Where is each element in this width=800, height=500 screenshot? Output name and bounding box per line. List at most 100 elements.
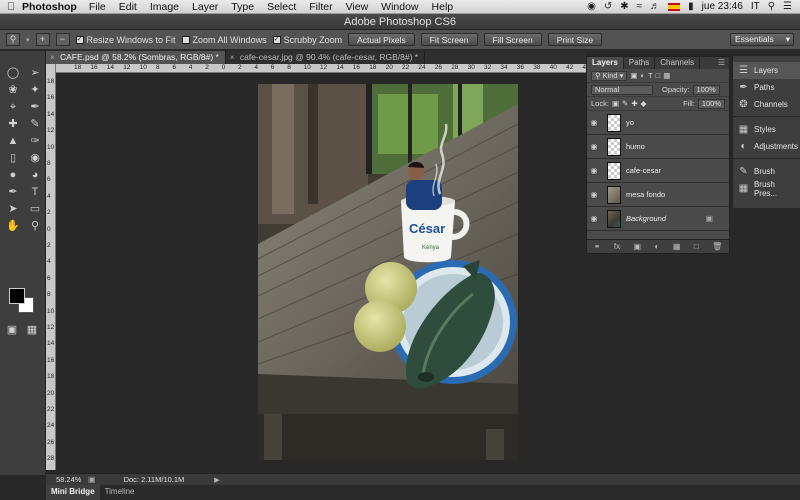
marquee-tool-icon[interactable]: ◯: [3, 65, 23, 81]
eye-icon[interactable]: ◉: [587, 190, 601, 199]
zoom-tool-preset-icon[interactable]: ⚲: [6, 33, 20, 46]
tab-layers[interactable]: Layers: [587, 57, 624, 69]
lock-position-icon[interactable]: ✚: [631, 99, 637, 108]
lasso-tool-icon[interactable]: ❀: [3, 82, 23, 98]
dock-brush-presets[interactable]: ▦ Brush Pres...: [733, 180, 800, 198]
bluetooth-icon[interactable]: ✱: [620, 1, 628, 12]
zoom-out-icon[interactable]: −: [55, 33, 70, 46]
dock-channels[interactable]: ❂ Channels: [733, 96, 800, 113]
layer-style-icon[interactable]: fx: [614, 242, 620, 251]
dock-brush[interactable]: ✎ Brush: [733, 163, 800, 180]
eyedropper-tool-icon[interactable]: ✒: [25, 99, 45, 115]
print-size-button[interactable]: Print Size: [547, 33, 603, 46]
layer-row[interactable]: ◉ humo: [587, 135, 729, 159]
quick-mask-icon[interactable]: ▣: [4, 322, 20, 338]
fit-screen-button[interactable]: Fit Screen: [420, 33, 478, 46]
opacity-input[interactable]: 100%: [692, 84, 720, 95]
filter-pixel-icon[interactable]: ▣: [630, 71, 637, 80]
trash-icon[interactable]: 🗑: [712, 242, 722, 251]
dock-styles[interactable]: ▦ Styles: [733, 121, 800, 138]
new-group-icon[interactable]: ▦: [673, 242, 681, 251]
zoom-tool-icon[interactable]: ⚲: [25, 218, 45, 234]
layer-row[interactable]: ◉ yo: [587, 111, 729, 135]
scrubby-zoom-checkbox[interactable]: ✓ Scrubby Zoom: [272, 35, 342, 45]
foreground-color[interactable]: [9, 288, 25, 304]
hand-tool-icon[interactable]: ✋: [3, 218, 23, 234]
zoom-in-icon[interactable]: +: [35, 33, 50, 46]
menu-window[interactable]: Window: [381, 1, 418, 13]
close-icon[interactable]: ×: [230, 51, 235, 64]
eye-icon[interactable]: ◉: [587, 142, 601, 151]
status-info-icon[interactable]: ▣: [88, 475, 96, 484]
crop-tool-icon[interactable]: ⌖: [3, 99, 23, 115]
menu-layer[interactable]: Layer: [192, 1, 218, 13]
adjustment-layer-icon[interactable]: ◐: [655, 242, 660, 251]
lock-image-icon[interactable]: ✎: [622, 99, 628, 108]
filter-shape-icon[interactable]: □: [656, 71, 661, 80]
dock-layers[interactable]: ☰ Layers: [733, 62, 800, 79]
menu-select[interactable]: Select: [267, 1, 296, 13]
zoom-all-windows-checkbox[interactable]: Zoom All Windows: [181, 35, 267, 45]
blur-tool-icon[interactable]: ●: [3, 167, 23, 183]
dock-adjustments[interactable]: ◐ Adjustments: [733, 138, 800, 155]
menu-list-icon[interactable]: ☰: [783, 1, 792, 12]
clone-stamp-tool-icon[interactable]: ▲: [3, 133, 23, 149]
new-layer-icon[interactable]: □: [694, 242, 699, 251]
notification-icon[interactable]: ◉: [587, 1, 596, 12]
vertical-ruler[interactable]: 18 16 14 12 10 8 6 4 2 0 2 4 6 8 10 12 14 16 18 20 22 24 26 28: [46, 64, 56, 470]
menubar-clock[interactable]: jue 23:46: [702, 1, 743, 12]
lock-all-icon[interactable]: ◆: [641, 99, 647, 108]
pen-tool-icon[interactable]: ✒: [3, 184, 23, 200]
paint-bucket-tool-icon[interactable]: ◉: [25, 150, 45, 166]
menu-help[interactable]: Help: [432, 1, 454, 13]
tab-channels[interactable]: Channels: [655, 57, 701, 69]
resize-windows-checkbox[interactable]: ✓ Resize Windows to Fit: [75, 35, 176, 45]
path-selection-tool-icon[interactable]: ➤: [3, 201, 23, 217]
horizontal-ruler[interactable]: 18 16 14 12 10 8 6 4 2 0 2 4 6 8 10 12 14 16 18 20 22 24 26 28 3…: [56, 64, 586, 73]
lock-transparent-icon[interactable]: ▣: [612, 99, 619, 108]
menu-filter[interactable]: Filter: [309, 1, 332, 13]
layer-row[interactable]: ◉ Background ▣: [587, 207, 729, 231]
magic-wand-tool-icon[interactable]: ✦: [25, 82, 45, 98]
eye-icon[interactable]: ◉: [587, 118, 601, 127]
menu-type[interactable]: Type: [231, 1, 254, 13]
layer-row[interactable]: ◉ mesa fondo: [587, 183, 729, 207]
layer-row[interactable]: ◉ cafe-cesar: [587, 159, 729, 183]
tab-cafe-cesar-jpg[interactable]: × cafe-cesar.jpg @ 90.4% (cafe-cesar, RGB…: [226, 51, 426, 64]
panel-menu-icon[interactable]: ☰: [718, 57, 729, 69]
tab-paths[interactable]: Paths: [624, 57, 656, 69]
fill-screen-button[interactable]: Fill Screen: [483, 33, 542, 46]
eraser-tool-icon[interactable]: ▯: [3, 150, 23, 166]
tab-timeline[interactable]: Timeline: [100, 485, 140, 500]
menu-view[interactable]: View: [346, 1, 369, 13]
filter-kind-select[interactable]: ⚲ Kind ▾: [591, 70, 628, 81]
dock-paths[interactable]: ✒ Paths: [733, 79, 800, 96]
link-layers-icon[interactable]: ⚭: [594, 242, 601, 251]
shape-tool-icon[interactable]: ▭: [25, 201, 45, 217]
document-image[interactable]: César Kenya: [258, 84, 518, 460]
move-tool-icon[interactable]: ➢: [25, 65, 45, 81]
menu-image[interactable]: Image: [150, 1, 179, 13]
close-icon[interactable]: ×: [50, 51, 55, 64]
filter-type-icon[interactable]: T: [648, 71, 653, 80]
canvas-area[interactable]: César Kenya: [56, 73, 586, 470]
status-menu-arrow-icon[interactable]: ▶: [214, 476, 219, 484]
menu-edit[interactable]: Edit: [119, 1, 137, 13]
tab-cafe-psd[interactable]: × CAFE.psd @ 58.2% (Sombras, RGB/8#) *: [46, 51, 226, 64]
filter-adjust-icon[interactable]: ◐: [641, 71, 646, 80]
tab-mini-bridge[interactable]: Mini Bridge: [46, 485, 100, 500]
battery-icon[interactable]: ▮: [688, 1, 694, 12]
time-machine-icon[interactable]: ↺: [604, 1, 612, 12]
blend-mode-select[interactable]: Normal: [591, 84, 653, 95]
filter-smart-icon[interactable]: ▦: [663, 71, 670, 80]
apple-icon[interactable]: : [0, 1, 22, 13]
eye-icon[interactable]: ◉: [587, 214, 601, 223]
screen-mode-icon[interactable]: ▦: [24, 322, 40, 338]
zoom-level[interactable]: 58.24%: [46, 475, 81, 484]
app-menu[interactable]: Photoshop: [22, 1, 77, 13]
language-flag-icon[interactable]: [668, 2, 681, 11]
wifi-icon[interactable]: ≈: [637, 1, 643, 12]
brush-tool-icon[interactable]: ✎: [25, 116, 45, 132]
healing-brush-tool-icon[interactable]: ✚: [3, 116, 23, 132]
volume-icon[interactable]: ♬: [650, 1, 660, 12]
